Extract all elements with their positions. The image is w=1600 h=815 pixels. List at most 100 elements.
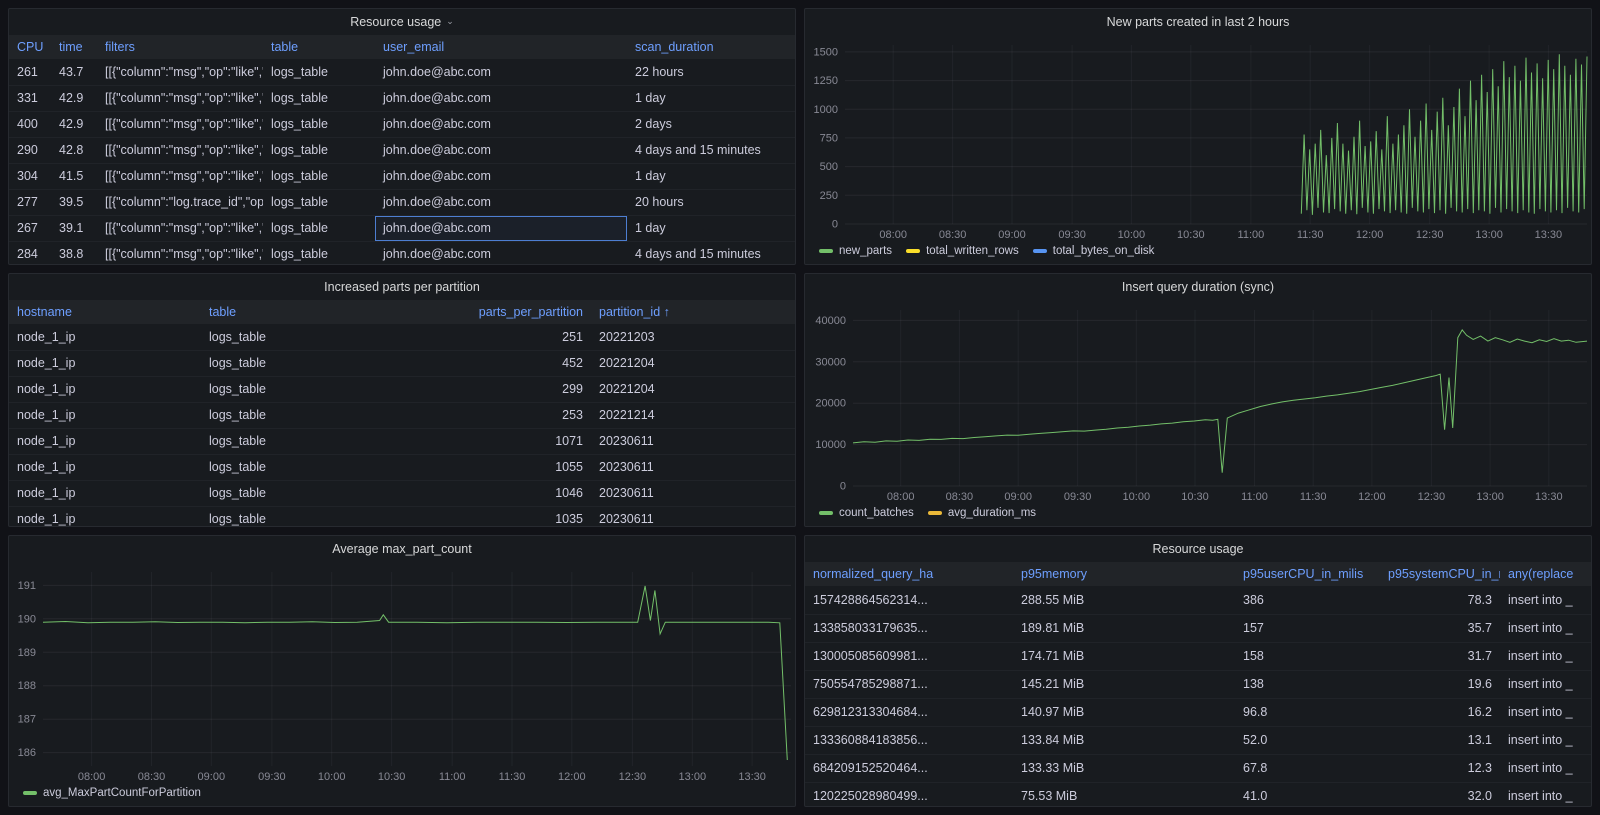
table-cell[interactable]: john.doe@abc.com (375, 215, 627, 242)
table-cell[interactable]: 133858033179635... (805, 614, 1013, 643)
table-cell[interactable]: 157428864562314... (805, 586, 1013, 615)
table-cell[interactable]: 1 day (627, 215, 795, 242)
table-cell[interactable]: [[{"column":"msg","op":"like","va... (97, 59, 263, 86)
table-cell[interactable]: 189.81 MiB (1013, 614, 1235, 643)
table-cell[interactable]: [[{"column":"msg","op":"like","va... (97, 163, 263, 190)
table-cell[interactable]: 253 (403, 402, 591, 429)
table-cell[interactable]: insert into _ (1500, 726, 1591, 755)
table-cell[interactable]: logs_table (201, 428, 403, 455)
table-cell[interactable]: [[{"column":"msg","op":"like","va... (97, 215, 263, 242)
table-cell[interactable]: logs_table (263, 85, 375, 112)
legend-item-avg_maxpartcountforpartition[interactable]: avg_MaxPartCountForPartition (23, 787, 201, 799)
table-cell[interactable]: insert into _ (1500, 670, 1591, 699)
table-cell[interactable]: 20221204 (591, 350, 795, 377)
table-cell[interactable]: 20230611 (591, 454, 795, 481)
table-cell[interactable]: 2 days (627, 111, 795, 138)
table-cell[interactable]: [[{"column":"msg","op":"like","va... (97, 241, 263, 264)
legend-item-new_parts[interactable]: new_parts (819, 245, 892, 257)
table-cell[interactable]: node_1_ip (9, 506, 201, 526)
table-cell[interactable]: logs_table (201, 402, 403, 429)
table-cell[interactable]: logs_table (201, 350, 403, 377)
table-cell[interactable]: 1 day (627, 85, 795, 112)
table-cell[interactable]: node_1_ip (9, 402, 201, 429)
column-header-cpu[interactable]: CPU (9, 35, 51, 59)
panel-title-average-max-part-count[interactable]: Average max_part_count (9, 536, 795, 562)
table-cell[interactable]: 43.7 (51, 59, 97, 86)
column-header-table[interactable]: table (263, 35, 375, 59)
table-cell[interactable]: 1 day (627, 163, 795, 190)
table-cell[interactable]: 20230611 (591, 506, 795, 526)
table-cell[interactable]: 12.3 (1380, 754, 1500, 783)
table-cell[interactable]: 133.84 MiB (1013, 726, 1235, 755)
column-header-partition-id[interactable]: partition_id ↑ (591, 300, 795, 324)
table-cell[interactable]: 174.71 MiB (1013, 642, 1235, 671)
table-cell[interactable]: 4 days and 15 minutes (627, 241, 795, 264)
table-cell[interactable]: 20221204 (591, 376, 795, 403)
table-cell[interactable]: logs_table (263, 163, 375, 190)
table-cell[interactable]: 133.33 MiB (1013, 754, 1235, 783)
table-cell[interactable]: 284 (9, 241, 51, 264)
table-cell[interactable]: logs_table (263, 215, 375, 242)
column-header-any-replace[interactable]: any(replace (1500, 562, 1591, 586)
table-cell[interactable]: 19.6 (1380, 670, 1500, 699)
table-cell[interactable]: insert into _ (1500, 642, 1591, 671)
table-cell[interactable]: 38.8 (51, 241, 97, 264)
column-header-parts-per-partition[interactable]: parts_per_partition (403, 300, 591, 324)
column-header-p95memory[interactable]: p95memory (1013, 562, 1235, 586)
table-cell[interactable]: 452 (403, 350, 591, 377)
table-cell[interactable]: 299 (403, 376, 591, 403)
column-header-scan-duration[interactable]: scan_duration (627, 35, 795, 59)
table-cell[interactable]: 120225028980499... (805, 782, 1013, 806)
legend-item-total_bytes_on_disk[interactable]: total_bytes_on_disk (1032, 245, 1154, 257)
legend-item-total_written_rows[interactable]: total_written_rows (906, 245, 1019, 257)
panel-title-resource-usage-queries[interactable]: Resource usage ⌄ (9, 9, 795, 35)
table-cell[interactable]: 400 (9, 111, 51, 138)
table-cell[interactable]: 52.0 (1235, 726, 1380, 755)
table-cell[interactable]: 1046 (403, 480, 591, 507)
table-cell[interactable]: john.doe@abc.com (375, 111, 627, 138)
column-header-table[interactable]: table (201, 300, 403, 324)
table-cell[interactable]: node_1_ip (9, 324, 201, 351)
table-cell[interactable]: 4 days and 15 minutes (627, 137, 795, 164)
table-cell[interactable]: 42.9 (51, 111, 97, 138)
table-cell[interactable]: john.doe@abc.com (375, 85, 627, 112)
table-cell[interactable]: logs_table (263, 59, 375, 86)
new-parts-chart[interactable]: 0 250 500 750 1000 1250 1500 08:00 08:30 09:00 09:… (805, 35, 1591, 242)
table-cell[interactable]: 138 (1235, 670, 1380, 699)
table-cell[interactable]: 290 (9, 137, 51, 164)
table-cell[interactable]: 20221214 (591, 402, 795, 429)
table-cell[interactable]: 20230611 (591, 480, 795, 507)
table-cell[interactable]: 42.9 (51, 85, 97, 112)
table-cell[interactable]: 277 (9, 189, 51, 216)
panel-title-insert-query-duration[interactable]: Insert query duration (sync) (805, 274, 1591, 300)
table-cell[interactable]: logs_table (263, 111, 375, 138)
table-cell[interactable]: insert into _ (1500, 782, 1591, 806)
column-header-filters[interactable]: filters (97, 35, 263, 59)
table-cell[interactable]: john.doe@abc.com (375, 137, 627, 164)
table-cell[interactable]: 39.5 (51, 189, 97, 216)
table-cell[interactable]: [[{"column":"msg","op":"like","va... (97, 137, 263, 164)
table-cell[interactable]: 1055 (403, 454, 591, 481)
table-cell[interactable]: 75.53 MiB (1013, 782, 1235, 806)
table-cell[interactable]: 20230611 (591, 428, 795, 455)
table-cell[interactable]: logs_table (201, 324, 403, 351)
table-cell[interactable]: node_1_ip (9, 376, 201, 403)
table-cell[interactable]: node_1_ip (9, 454, 201, 481)
table-cell[interactable]: logs_table (201, 480, 403, 507)
panel-title-new-parts[interactable]: New parts created in last 2 hours (805, 9, 1591, 35)
table-cell[interactable]: 1071 (403, 428, 591, 455)
table-cell[interactable]: logs_table (263, 189, 375, 216)
table-cell[interactable]: insert into _ (1500, 698, 1591, 727)
table-cell[interactable]: [[{"column":"msg","op":"like","va... (97, 111, 263, 138)
table-cell[interactable]: 39.1 (51, 215, 97, 242)
table-cell[interactable]: node_1_ip (9, 480, 201, 507)
table-cell[interactable]: 140.97 MiB (1013, 698, 1235, 727)
table-cell[interactable]: 288.55 MiB (1013, 586, 1235, 615)
table-cell[interactable]: 261 (9, 59, 51, 86)
table-cell[interactable]: node_1_ip (9, 428, 201, 455)
table-cell[interactable]: logs_table (263, 137, 375, 164)
table-cell[interactable]: insert into _ (1500, 586, 1591, 615)
table-cell[interactable]: 158 (1235, 642, 1380, 671)
table-cell[interactable]: 42.8 (51, 137, 97, 164)
column-header-p95systemcpu-in-milisec[interactable]: p95systemCPU_in_milisec (1380, 562, 1500, 586)
